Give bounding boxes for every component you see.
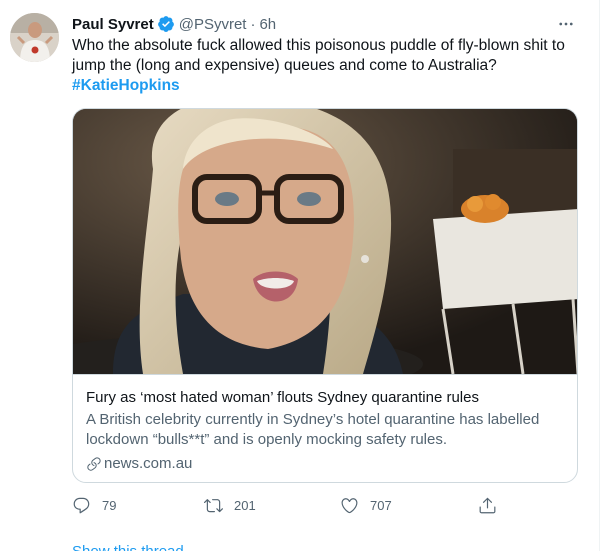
tweet-actions: 79 201 707 xyxy=(72,494,502,516)
separator-dot: · xyxy=(250,15,256,33)
more-options-button[interactable] xyxy=(555,14,577,34)
like-button[interactable]: 707 xyxy=(340,496,392,515)
card-title: Fury as ‘most hated woman’ flouts Sydney… xyxy=(86,389,479,406)
timestamp[interactable]: 6h xyxy=(259,16,276,33)
reply-count: 79 xyxy=(102,497,117,513)
card-photo xyxy=(73,109,577,374)
tweet-body: Who the absolute fuck allowed this poiso… xyxy=(72,37,565,74)
reply-button[interactable]: 79 xyxy=(72,496,116,515)
card-domain: news.com.au xyxy=(86,454,565,474)
hashtag-link[interactable]: #KatieHopkins xyxy=(72,76,587,96)
avatar[interactable] xyxy=(10,13,59,62)
link-card[interactable]: Fury as ‘most hated woman’ flouts Sydney… xyxy=(72,108,578,483)
share-button[interactable] xyxy=(478,496,497,515)
tweet-header: Paul Syvret @PSyvret · 6h xyxy=(72,14,276,34)
tweet[interactable]: Paul Syvret @PSyvret · 6h Who the absolu… xyxy=(0,0,600,551)
card-description: A British celebrity currently in Sydney’… xyxy=(86,411,540,448)
share-icon xyxy=(479,497,496,513)
show-thread-link[interactable]: Show this thread xyxy=(72,542,184,551)
tweet-text: Who the absolute fuck allowed this poiso… xyxy=(72,36,587,96)
avatar-image xyxy=(10,13,59,62)
display-name[interactable]: Paul Syvret xyxy=(72,16,154,33)
reply-icon xyxy=(73,497,90,513)
card-image[interactable] xyxy=(73,109,577,374)
more-horizontal-icon xyxy=(559,22,573,26)
retweet-icon xyxy=(204,498,223,512)
user-handle[interactable]: @PSyvret xyxy=(179,16,247,33)
like-count: 707 xyxy=(370,497,392,513)
heart-icon xyxy=(341,497,358,513)
card-domain-text: news.com.au xyxy=(104,455,193,472)
card-body[interactable]: Fury as ‘most hated woman’ flouts Sydney… xyxy=(73,374,577,482)
retweet-count: 201 xyxy=(234,497,256,513)
retweet-button[interactable]: 201 xyxy=(204,496,256,515)
link-icon xyxy=(86,456,102,472)
verified-badge-icon xyxy=(157,15,175,33)
